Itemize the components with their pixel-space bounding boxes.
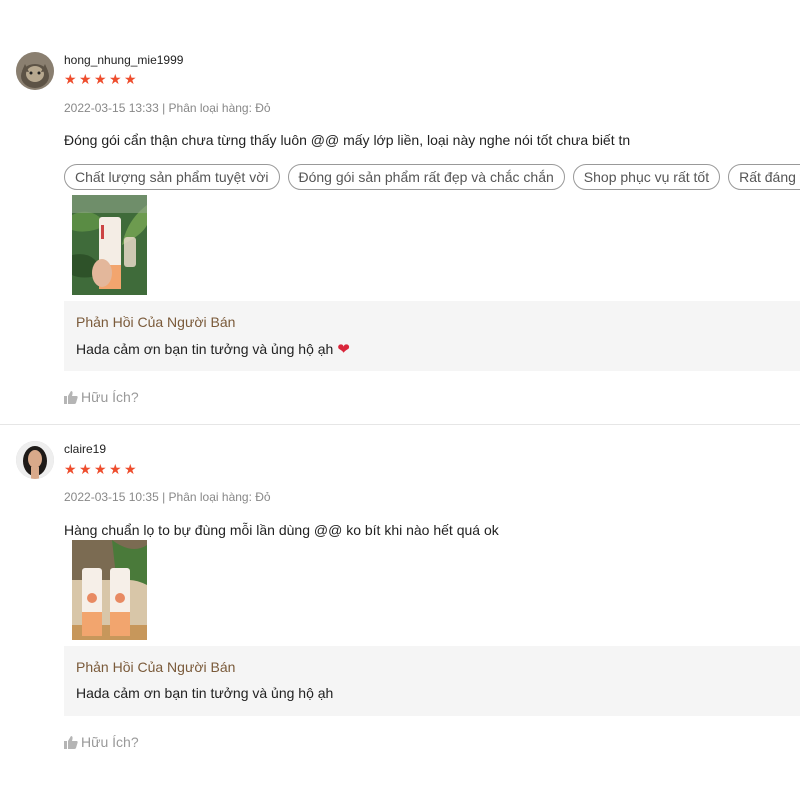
star-icon: ★	[109, 71, 122, 87]
avatar[interactable]	[16, 441, 54, 479]
helpful-label: Hữu Ích?	[81, 389, 139, 405]
thumbs-up-icon	[64, 736, 78, 749]
thumbs-up-icon	[64, 391, 78, 404]
star-icon: ★	[109, 461, 122, 477]
seller-reply-message: Hada cảm ơn bạn tin tưởng và ủng hộ ạh	[76, 341, 334, 357]
review-tag: Chất lượng sản phẩm tuyệt vời	[64, 164, 280, 190]
review-meta: 2022-03-15 10:35 | Phân loại hàng: Đỏ	[64, 490, 271, 504]
review-meta: 2022-03-15 13:33 | Phân loại hàng: Đỏ	[64, 101, 271, 115]
helpful-button[interactable]: Hữu Ích?	[64, 734, 139, 750]
review-photo[interactable]	[72, 540, 147, 640]
star-icon: ★	[94, 71, 107, 87]
reviewer-username[interactable]: hong_nhung_mie1999	[64, 53, 183, 67]
reviewer-username[interactable]: claire19	[64, 442, 106, 456]
divider	[0, 424, 800, 425]
review-content: Đóng gói cẩn thận chưa từng thấy luôn @@…	[64, 132, 631, 148]
heart-icon: ❤	[337, 341, 350, 358]
star-rating: ★ ★ ★ ★ ★	[64, 72, 139, 86]
seller-reply-title: Phản Hồi Của Người Bán	[76, 314, 236, 330]
seller-reply: Phản Hồi Của Người Bán Hada cảm ơn bạn t…	[64, 646, 800, 716]
star-icon: ★	[79, 71, 92, 87]
seller-reply-text: Hada cảm ơn bạn tin tưởng và ủng hộ ạh ❤	[76, 340, 350, 358]
star-rating: ★ ★ ★ ★ ★	[64, 462, 139, 476]
star-icon: ★	[79, 461, 92, 477]
star-icon: ★	[94, 461, 107, 477]
star-icon: ★	[124, 461, 137, 477]
seller-reply-title: Phản Hồi Của Người Bán	[76, 659, 236, 675]
seller-reply: Phản Hồi Của Người Bán Hada cảm ơn bạn t…	[64, 301, 800, 371]
helpful-button[interactable]: Hữu Ích?	[64, 389, 139, 405]
review-tag: Đóng gói sản phẩm rất đẹp và chắc chắn	[287, 164, 565, 190]
helpful-label: Hữu Ích?	[81, 734, 139, 750]
seller-reply-text: Hada cảm ơn bạn tin tưởng và ủng hộ ạh	[76, 685, 334, 701]
review-content: Hàng chuẩn lọ to bự đùng mỗi lần dùng @@…	[64, 522, 499, 538]
review-tag: Shop phục vụ rất tốt	[572, 164, 721, 190]
review-tag: Rất đáng tiền	[728, 164, 800, 190]
review-photo[interactable]	[72, 195, 147, 295]
star-icon: ★	[64, 461, 77, 477]
review-tags: Chất lượng sản phẩm tuyệt vời Đóng gói sả…	[64, 164, 800, 190]
avatar[interactable]	[16, 52, 54, 90]
star-icon: ★	[64, 71, 77, 87]
star-icon: ★	[124, 71, 137, 87]
